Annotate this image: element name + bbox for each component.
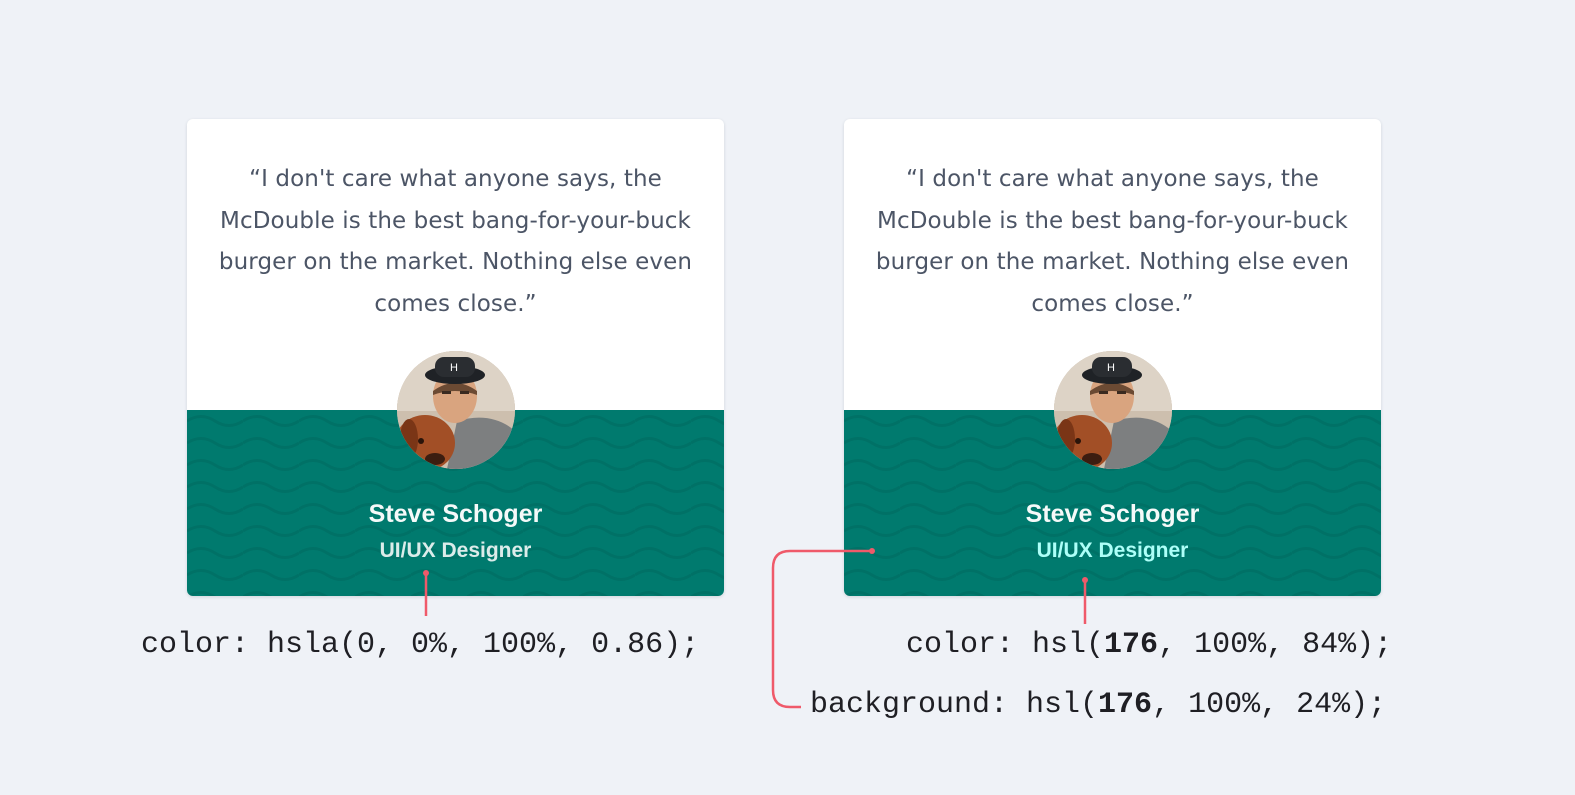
annotation-suffix: , 100%, 84%); xyxy=(1158,628,1393,662)
annotation-suffix: , 100%, 24%); xyxy=(1152,688,1387,722)
annotation-prefix: color: hsl( xyxy=(906,628,1105,662)
right-color-connector xyxy=(1082,577,1088,624)
right-background-connector xyxy=(771,548,875,709)
right-color-annotation: color: hsl(176, 100%, 84%); xyxy=(906,627,1392,663)
right-background-annotation: background: hsl(176, 100%, 24%); xyxy=(810,687,1386,723)
left-color-connector xyxy=(423,570,429,616)
annotation-hue: 176 xyxy=(1098,688,1153,722)
left-color-annotation: color: hsla(0, 0%, 100%, 0.86); xyxy=(141,628,700,662)
annotation-hue: 176 xyxy=(1104,628,1159,662)
annotation-connectors xyxy=(423,548,1088,709)
annotation-prefix: background: hsl( xyxy=(810,688,1099,722)
